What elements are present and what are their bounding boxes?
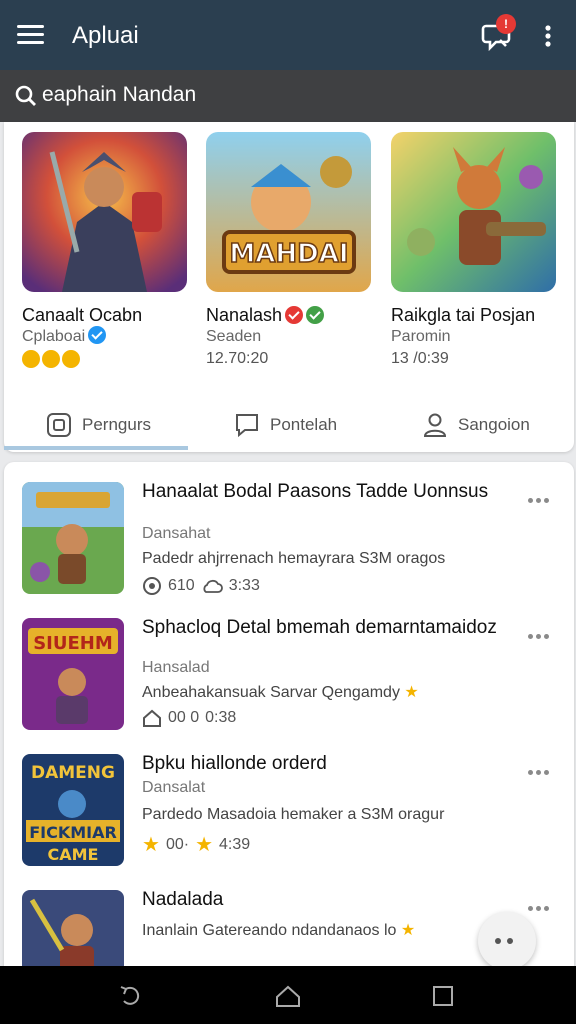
featured-time: 12.70:20 <box>206 350 269 367</box>
item-developer: Dansahat <box>142 525 211 542</box>
svg-text:DAMENG: DAMENG <box>31 763 115 783</box>
tab-pontelah[interactable]: Pontelah <box>234 400 337 450</box>
item-description: Padedr ahjrrenach hemayrara S3M oragos <box>142 550 446 567</box>
tab-label: Pontelah <box>270 415 338 434</box>
item-menu-icon[interactable] <box>528 626 554 639</box>
smile-icon <box>22 350 40 368</box>
game-thumbnail: DAMENG FICKMIAR CAME <box>22 754 124 866</box>
home-icon[interactable] <box>275 984 301 1008</box>
item-count: 610 <box>168 577 195 594</box>
item-developer: Hansalad <box>142 659 210 676</box>
search-bar <box>0 70 576 122</box>
item-description: Anbeahakansuak Sarvar Qengamdy ★ <box>142 682 419 702</box>
more-vert-icon[interactable] <box>540 24 556 48</box>
item-description-text: Anbeahakansuak Sarvar Qengamdy <box>142 684 400 701</box>
item-developer: Dansalat <box>142 779 206 796</box>
featured-game-art: MAHDAI <box>206 132 371 292</box>
recents-icon[interactable] <box>430 984 456 1008</box>
heart-icon <box>62 350 80 368</box>
reaction-row <box>22 350 187 368</box>
star-icon <box>42 350 60 368</box>
app-bar: Apluai ! <box>0 0 576 70</box>
featured-card: Canaalt Ocabn Cplaboai MAHDAI Nanalash S… <box>4 122 574 452</box>
system-nav-bar <box>0 966 576 1024</box>
menu-icon[interactable] <box>17 25 44 45</box>
list-item[interactable]: Hanaalat Bodal Paasons Tadde Uonnsus Dan… <box>4 482 574 612</box>
item-stats: ★ 00· ★ 4:39 <box>142 832 250 857</box>
back-icon[interactable] <box>118 984 144 1008</box>
tab-label: Perngurs <box>82 415 151 434</box>
featured-item[interactable]: MAHDAI Nanalash Seaden 12.70:20 <box>206 132 371 368</box>
download-icon <box>143 577 161 595</box>
featured-game-art <box>22 132 187 292</box>
game-thumbnail <box>22 890 124 972</box>
tab-perngurs[interactable]: Perngurs <box>46 400 151 450</box>
item-stats: 610 3:33 <box>142 576 260 596</box>
item-title: Nadalada <box>142 889 224 910</box>
featured-item[interactable]: Canaalt Ocabn Cplaboai <box>22 132 187 368</box>
featured-subtitle: Cplaboai <box>22 328 86 345</box>
svg-text:CAME: CAME <box>48 845 99 864</box>
game-thumbnail: SIUEHM <box>22 618 124 730</box>
verified-icon <box>285 306 304 324</box>
svg-text:SIUEHM: SIUEHM <box>33 633 113 654</box>
tab-sangoion[interactable]: Sangoion <box>422 400 530 450</box>
home-outline-icon <box>143 709 161 727</box>
item-description-text: Inanlain Gatereando ndandanaos lo <box>142 922 397 939</box>
person-icon <box>423 413 447 437</box>
featured-title: Raikgla tai Posjan <box>391 305 536 325</box>
item-stats: 00 0 0:38 <box>142 708 236 728</box>
item-title: Hanaalat Bodal Paasons Tadde Uonnsus <box>142 481 489 502</box>
item-description: Pardedo Masadoia hemaker a S3M oragur <box>142 806 445 823</box>
star-icon: ★ <box>195 834 213 856</box>
featured-title: Nanalash <box>206 305 283 325</box>
list-item[interactable]: SIUEHM Sphacloq Detal bmemah demarntamai… <box>4 618 574 748</box>
featured-item[interactable]: Raikgla tai Posjan Paromin 13 /0:39 <box>391 132 556 368</box>
tab-indicator <box>4 446 188 450</box>
item-time: 3:33 <box>228 577 260 594</box>
search-input[interactable] <box>42 80 542 110</box>
svg-text:FICKMIAR: FICKMIAR <box>29 823 117 842</box>
featured-subtitle: Paromin <box>391 328 451 345</box>
verified-icon <box>88 326 107 344</box>
item-menu-icon[interactable] <box>528 762 554 775</box>
item-description: Inanlain Gatereando ndandanaos lo ★ <box>142 920 415 940</box>
item-title: Bpku hiallonde orderd <box>142 753 327 774</box>
item-count: 00· <box>165 835 190 853</box>
search-icon <box>15 85 36 106</box>
item-menu-icon[interactable] <box>528 898 554 911</box>
tab-bar: Perngurs Pontelah Sangoion <box>4 394 574 452</box>
featured-subtitle: Seaden <box>206 328 262 345</box>
game-thumbnail <box>22 482 124 594</box>
featured-game-art <box>391 132 556 292</box>
svg-text:MAHDAI: MAHDAI <box>229 239 348 269</box>
item-title: Sphacloq Detal bmemah demarntamaidoz <box>142 617 497 638</box>
game-list: Hanaalat Bodal Paasons Tadde Uonnsus Dan… <box>4 462 574 972</box>
notification-badge: ! <box>496 14 516 34</box>
item-time: 4:39 <box>219 835 251 853</box>
verified-icon <box>306 306 325 324</box>
star-icon: ★ <box>142 834 160 856</box>
item-menu-icon[interactable] <box>528 490 554 503</box>
chat-fab-button[interactable] <box>478 912 536 970</box>
cloud-icon <box>203 579 223 593</box>
item-count: 00 0 <box>168 709 200 726</box>
item-time: 0:38 <box>205 709 237 726</box>
featured-title: Canaalt Ocabn <box>22 305 143 325</box>
app-title: Apluai <box>72 22 139 49</box>
square-icon <box>47 413 71 437</box>
star-icon: ★ <box>400 922 416 939</box>
featured-time: 13 /0:39 <box>391 350 449 367</box>
list-item[interactable]: DAMENG FICKMIAR CAME Bpku hiallonde orde… <box>4 754 574 884</box>
tab-label: Sangoion <box>458 415 530 434</box>
message-icon <box>236 414 258 438</box>
star-icon: ★ <box>404 684 419 701</box>
